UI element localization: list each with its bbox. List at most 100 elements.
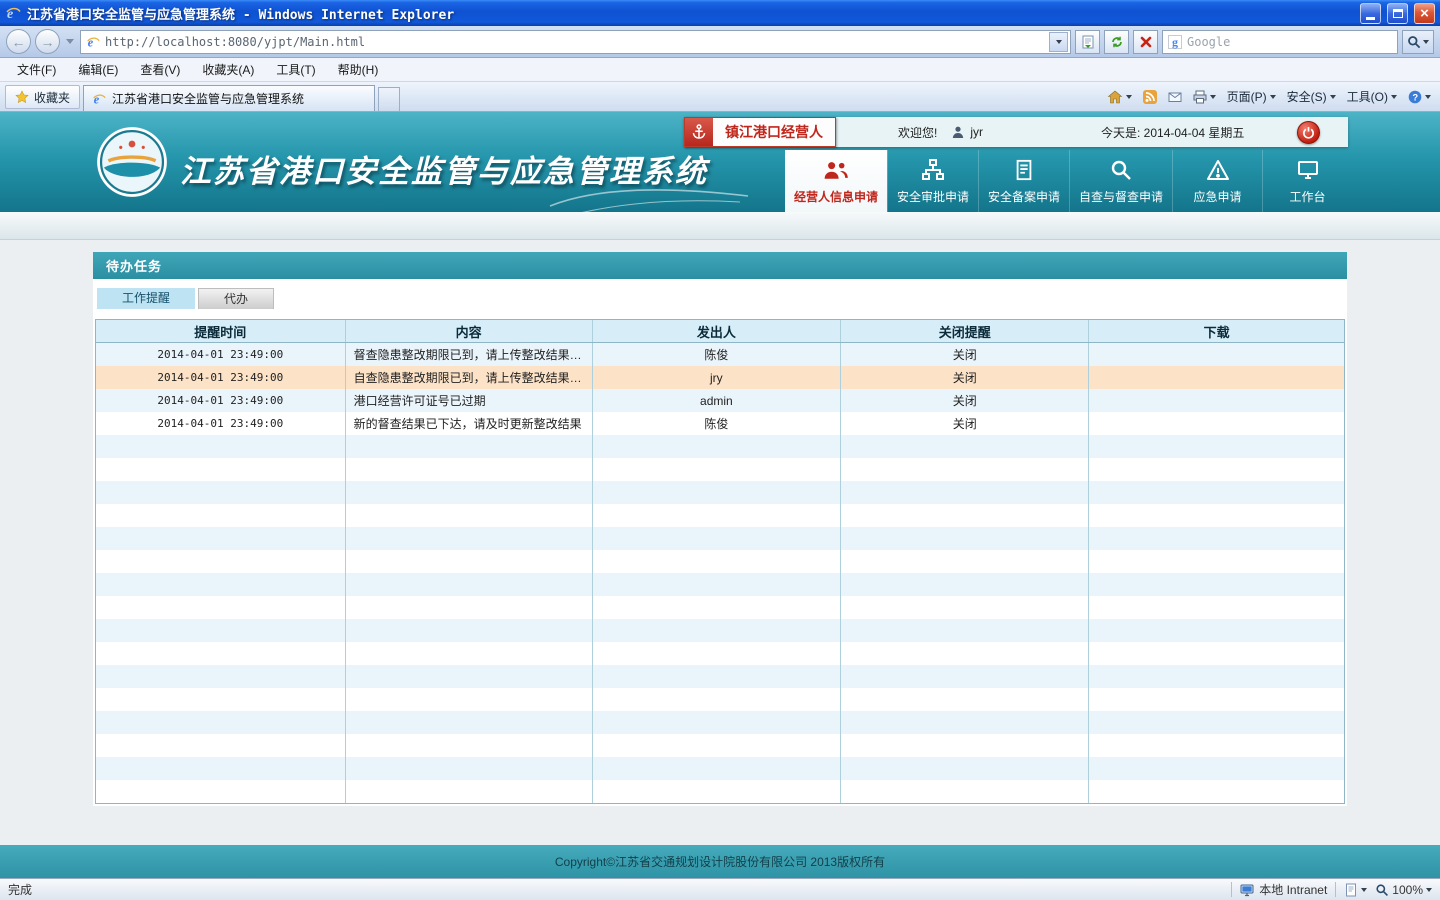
zoom-control[interactable]: 100% [1375, 883, 1432, 897]
print-button[interactable] [1193, 85, 1216, 109]
workbench-icon [1293, 157, 1323, 183]
menu-item-view[interactable]: 查看(V) [129, 58, 191, 81]
maximize-button[interactable] [1387, 3, 1408, 24]
empty-table-row [96, 665, 1344, 688]
operators-icon [821, 157, 851, 183]
security-zone-indicator: 本地 Intranet [1240, 881, 1327, 898]
new-tab-button[interactable] [378, 87, 400, 111]
titlebar: e 江苏省港口安全监管与应急管理系统 - Windows Internet Ex… [0, 0, 1440, 26]
printer-icon [1193, 90, 1207, 104]
browser-window: e 江苏省港口安全监管与应急管理系统 - Windows Internet Ex… [0, 0, 1440, 900]
cell-download [1089, 780, 1344, 803]
logout-button[interactable] [1297, 121, 1320, 144]
cell-close [841, 458, 1089, 481]
address-input[interactable]: http://localhost:8080/yjpt/Main.html [105, 35, 1044, 49]
zoom-menu-button[interactable] [1344, 883, 1367, 897]
cell-time [96, 527, 346, 550]
cell-content [346, 711, 593, 734]
back-button[interactable]: ← [6, 29, 31, 54]
cell-sender: jry [593, 366, 841, 389]
search-box[interactable]: g Google [1162, 30, 1398, 54]
cell-sender [593, 481, 841, 504]
tools-menu-button[interactable]: 工具(O) [1347, 85, 1397, 109]
table-row: 2014-04-01 23:49:00新的督查结果已下达，请及时更新整改结果陈俊… [96, 412, 1344, 435]
chevron-down-icon [1056, 40, 1062, 44]
nav-item-label: 安全备案申请 [988, 188, 1060, 205]
nav-item-workbench[interactable]: 工作台 [1262, 150, 1352, 212]
cell-time [96, 458, 346, 481]
chevron-down-icon [1361, 888, 1367, 892]
cell-close[interactable]: 关闭 [841, 343, 1089, 366]
minimize-button[interactable] [1360, 3, 1381, 24]
cell-sender [593, 596, 841, 619]
cell-content [346, 734, 593, 757]
menu-item-help[interactable]: 帮助(H) [327, 58, 390, 81]
cell-download [1089, 619, 1344, 642]
address-dropdown-button[interactable] [1049, 32, 1068, 52]
cell-download [1089, 688, 1344, 711]
current-user: jyr [951, 125, 983, 139]
command-bar: 页面(P) 安全(S) 工具(O) ? [1107, 82, 1435, 111]
nav-item-self-inspection[interactable]: 自查与督查申请 [1069, 150, 1172, 212]
menu-item-favorites[interactable]: 收藏夹(A) [191, 58, 265, 81]
cell-close[interactable]: 关闭 [841, 412, 1089, 435]
nav-item-safety-filing[interactable]: 安全备案申请 [978, 150, 1069, 212]
help-icon: ? [1408, 90, 1422, 104]
menu-item-file[interactable]: 文件(F) [6, 58, 67, 81]
cell-download [1089, 757, 1344, 780]
help-button[interactable]: ? [1408, 85, 1431, 109]
cell-content [346, 619, 593, 642]
cell-download [1089, 596, 1344, 619]
cell-close[interactable]: 关闭 [841, 366, 1089, 389]
home-button[interactable] [1107, 85, 1132, 109]
cell-close [841, 504, 1089, 527]
zoom-magnifier-icon [1375, 883, 1389, 897]
column-header-content: 内容 [346, 320, 593, 342]
table-header-row: 提醒时间 内容 发出人 关闭提醒 下载 [96, 320, 1344, 343]
forward-button[interactable]: → [35, 29, 60, 54]
search-input[interactable]: Google [1187, 35, 1392, 49]
tab-pending[interactable]: 代办 [198, 288, 274, 309]
cell-sender [593, 573, 841, 596]
welcome-label: 欢迎您! [898, 124, 937, 141]
cell-sender [593, 688, 841, 711]
address-field[interactable]: e http://localhost:8080/yjpt/Main.html [80, 30, 1071, 54]
favorites-button[interactable]: 收藏夹 [5, 85, 80, 109]
safety-menu-button[interactable]: 安全(S) [1287, 85, 1336, 109]
reminder-table: 提醒时间 内容 发出人 关闭提醒 下载 2014-04-01 23:49:00督… [95, 319, 1345, 804]
nav-item-safety-approval[interactable]: 安全审批申请 [887, 150, 978, 212]
history-dropdown-button[interactable] [66, 39, 74, 44]
mail-icon [1168, 90, 1182, 104]
compatibility-view-button[interactable] [1075, 30, 1100, 54]
approval-flow-icon [918, 157, 948, 183]
menu-item-edit[interactable]: 编辑(E) [67, 58, 129, 81]
stop-button[interactable] [1133, 30, 1158, 54]
chevron-down-icon [1126, 95, 1132, 99]
cell-content [346, 481, 593, 504]
refresh-button[interactable] [1104, 30, 1129, 54]
page-menu-button[interactable]: 页面(P) [1227, 85, 1276, 109]
cell-time: 2014-04-01 23:49:00 [96, 389, 346, 412]
cell-time [96, 596, 346, 619]
search-button[interactable] [1402, 30, 1434, 54]
cell-content: 自查隐患整改期限已到，请上传整改结果… [346, 366, 593, 389]
cell-close[interactable]: 关闭 [841, 389, 1089, 412]
copyright-text: Copyright©江苏省交通规划设计院股份有限公司 2013版权所有 [555, 853, 885, 870]
cell-sender: 陈俊 [593, 343, 841, 366]
tab-work-reminders[interactable]: 工作提醒 [97, 288, 195, 309]
browser-tab[interactable]: e 江苏省港口安全监管与应急管理系统 [83, 85, 375, 111]
read-mail-button[interactable] [1168, 85, 1182, 109]
cell-download [1089, 389, 1344, 412]
cell-close [841, 665, 1089, 688]
favorites-label: 收藏夹 [34, 89, 70, 106]
cell-download [1089, 734, 1344, 757]
close-button[interactable]: × [1414, 3, 1435, 24]
cell-time [96, 573, 346, 596]
cell-download [1089, 665, 1344, 688]
feeds-button[interactable] [1143, 85, 1157, 109]
nav-item-emergency[interactable]: 应急申请 [1172, 150, 1262, 212]
cell-close [841, 757, 1089, 780]
cell-download [1089, 504, 1344, 527]
menu-item-tools[interactable]: 工具(T) [265, 58, 326, 81]
nav-item-operator-info[interactable]: 经营人信息申请 [785, 150, 887, 212]
